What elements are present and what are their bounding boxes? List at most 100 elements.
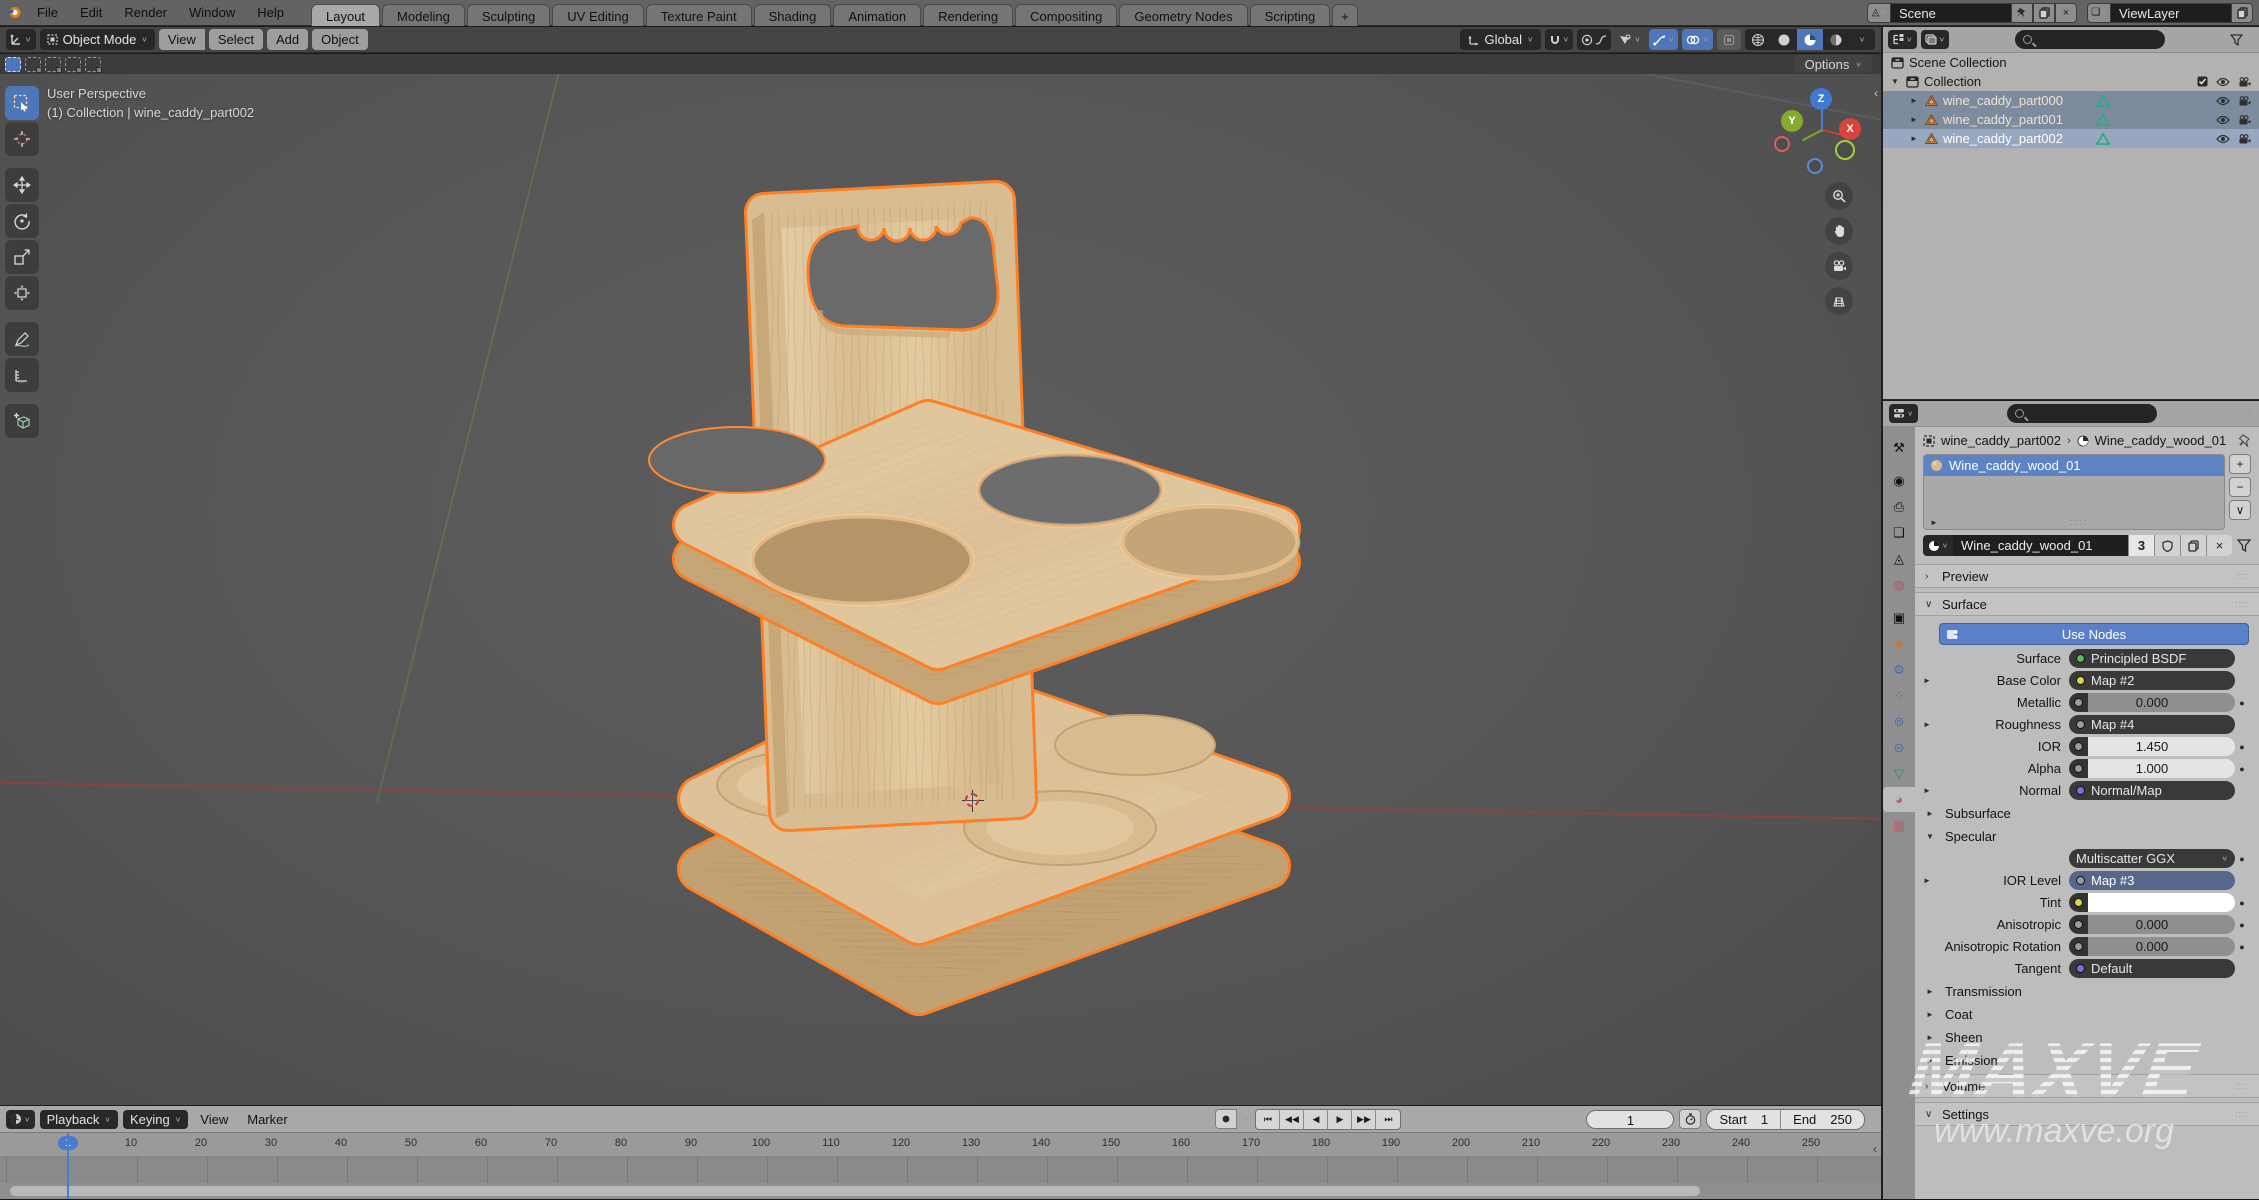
hide-viewport-eye-icon[interactable] xyxy=(2216,115,2230,125)
tab-physics[interactable]: ⊚ xyxy=(1883,709,1915,734)
view-menu[interactable]: View xyxy=(159,29,205,50)
shading-rendered-icon[interactable] xyxy=(1823,29,1849,50)
playhead[interactable] xyxy=(67,1133,69,1199)
tangent-field[interactable]: Default xyxy=(2069,959,2235,978)
remove-slot-button[interactable]: − xyxy=(2229,477,2251,497)
tool-transform[interactable] xyxy=(5,276,39,310)
unlink-material-icon[interactable]: × xyxy=(2206,535,2232,556)
roughness-field[interactable]: Map #4 xyxy=(2069,715,2235,734)
anisotropic-rotation-slider[interactable]: 0.000 xyxy=(2069,937,2235,956)
subsection-subsurface[interactable]: ►Subsurface xyxy=(1915,804,2259,823)
tool-select-box[interactable] xyxy=(5,86,39,120)
select-mode-intersect-icon[interactable] xyxy=(85,57,101,72)
menu-edit[interactable]: Edit xyxy=(69,0,113,25)
tool-rotate[interactable] xyxy=(5,204,39,238)
tab-world[interactable]: ◍ xyxy=(1883,572,1915,597)
xray-toggle-icon[interactable] xyxy=(1717,29,1741,50)
outliner-row-scene-collection[interactable]: Scene Collection xyxy=(1883,53,2259,72)
jump-to-start-button[interactable]: ⏮ xyxy=(1256,1110,1280,1129)
stopwatch-icon[interactable] xyxy=(1679,1109,1701,1129)
subsection-sheen[interactable]: ►Sheen xyxy=(1915,1028,2259,1047)
menu-render[interactable]: Render xyxy=(113,0,178,25)
ior-slider[interactable]: 1.450 xyxy=(2069,737,2235,756)
pan-hand-icon[interactable] xyxy=(1825,217,1853,245)
play-button[interactable]: ▶ xyxy=(1328,1110,1352,1129)
material-slot-active[interactable]: Wine_caddy_wood_01 xyxy=(1924,455,2224,476)
panel-preview[interactable]: ›Preview:::: xyxy=(1915,564,2259,588)
camera-view-icon[interactable] xyxy=(1825,252,1853,280)
tab-animation[interactable]: Animation xyxy=(833,4,921,26)
wine-caddy-model[interactable] xyxy=(640,160,1340,1040)
region-divider[interactable] xyxy=(1881,27,1883,1200)
gizmo-minus-x-axis[interactable] xyxy=(1774,136,1790,152)
gizmo-minus-z-axis[interactable] xyxy=(1807,158,1823,174)
outliner-filter-image-icon[interactable]: ∨ xyxy=(1921,30,1950,49)
subsection-emission[interactable]: ►Emission xyxy=(1915,1051,2259,1070)
disable-render-camera-icon[interactable] xyxy=(2238,96,2251,106)
end-frame-field[interactable]: End250 xyxy=(1781,1110,1864,1129)
anisotropic-slider[interactable]: 0.000 xyxy=(2069,915,2235,934)
prev-keyframe-button[interactable]: ◀◀ xyxy=(1280,1110,1304,1129)
disable-render-camera-icon[interactable] xyxy=(2238,134,2251,144)
properties-editor-type-icon[interactable]: ∨ xyxy=(1889,404,1918,423)
menu-window[interactable]: Window xyxy=(178,0,246,25)
expand-icon[interactable]: ► xyxy=(1915,876,1939,885)
shading-dropdown-icon[interactable]: ∨ xyxy=(1849,29,1875,50)
select-mode-extend-icon[interactable] xyxy=(25,57,41,72)
tab-object-data[interactable]: ▽ xyxy=(1883,761,1915,786)
gizmo-y-axis[interactable]: Y xyxy=(1781,110,1803,132)
disable-render-camera-icon[interactable] xyxy=(2238,115,2251,125)
show-gizmo-icon[interactable]: ∨ xyxy=(1615,29,1645,50)
hide-viewport-eye-icon[interactable] xyxy=(2216,134,2230,144)
add-workspace-button[interactable]: + xyxy=(1332,4,1358,26)
tool-move[interactable] xyxy=(5,168,39,202)
tab-scene[interactable]: ◬ xyxy=(1883,546,1915,571)
pin-scene-icon[interactable] xyxy=(2011,3,2033,23)
shading-wireframe-icon[interactable] xyxy=(1745,29,1771,50)
fake-user-shield-icon[interactable] xyxy=(2154,535,2180,556)
tab-texture[interactable]: ▦ xyxy=(1883,813,1915,838)
expand-icon[interactable]: ▼ xyxy=(1891,77,1901,86)
gizmo-z-axis[interactable]: Z xyxy=(1810,88,1832,110)
disable-render-camera-icon[interactable] xyxy=(2238,77,2251,87)
expand-icon[interactable]: ► xyxy=(1910,96,1920,105)
blender-logo-icon[interactable] xyxy=(0,6,26,19)
tab-rendering[interactable]: Rendering xyxy=(923,4,1013,26)
zoom-icon[interactable] xyxy=(1825,182,1853,210)
viewport-3d[interactable]: User Perspective (1) Collection | wine_c… xyxy=(0,74,1881,1105)
gizmos-icon[interactable]: ∨ xyxy=(1649,29,1679,50)
tab-sculpting[interactable]: Sculpting xyxy=(467,4,550,26)
expand-icon[interactable]: ► xyxy=(1915,676,1939,685)
select-menu[interactable]: Select xyxy=(209,29,263,50)
tab-modifiers[interactable]: ⚙ xyxy=(1883,657,1915,682)
tool-add-cube[interactable] xyxy=(5,404,39,438)
start-frame-field[interactable]: Start1 xyxy=(1707,1110,1781,1129)
add-menu[interactable]: Add xyxy=(267,29,308,50)
outliner-filter-dropdown-icon[interactable]: ∨ xyxy=(2247,35,2254,44)
subsection-specular[interactable]: ▼Specular xyxy=(1915,827,2259,846)
tab-view-layer[interactable]: ❏ xyxy=(1883,520,1915,545)
timeline-ruler[interactable]: 1 10203040506070809010011012013014015016… xyxy=(0,1133,1881,1157)
outliner-row-collection[interactable]: ▼ Collection xyxy=(1883,72,2259,91)
tool-measure[interactable] xyxy=(5,358,39,392)
panel-surface[interactable]: ∨Surface:::: xyxy=(1915,592,2259,616)
perspective-toggle-icon[interactable] xyxy=(1825,287,1853,315)
snap-toggle-icon[interactable]: ∨ xyxy=(1545,29,1574,50)
normal-field[interactable]: Normal/Map xyxy=(2069,781,2235,800)
navigation-gizmo[interactable]: Z Y X xyxy=(1777,88,1861,172)
next-keyframe-button[interactable]: ▶▶ xyxy=(1352,1110,1376,1129)
timeline-scrollbar[interactable] xyxy=(0,1183,1881,1199)
expand-icon[interactable]: ► xyxy=(1910,134,1920,143)
tool-scale[interactable] xyxy=(5,240,39,274)
material-name-field[interactable]: Wine_caddy_wood_01 xyxy=(1953,535,2128,556)
delete-scene-icon[interactable]: × xyxy=(2055,3,2077,23)
subsection-transmission[interactable]: ►Transmission xyxy=(1915,982,2259,1001)
tab-scripting[interactable]: Scripting xyxy=(1250,4,1331,26)
alpha-slider[interactable]: 1.000 xyxy=(2069,759,2235,778)
view-layer-name-field[interactable]: ViewLayer xyxy=(2111,3,2231,23)
select-mode-set-icon[interactable] xyxy=(5,57,21,72)
overlays-icon[interactable]: ∨ xyxy=(1682,29,1713,50)
shading-solid-icon[interactable] xyxy=(1771,29,1797,50)
tab-render[interactable]: ◉ xyxy=(1883,468,1915,493)
tab-constraints[interactable]: ⊝ xyxy=(1883,735,1915,760)
